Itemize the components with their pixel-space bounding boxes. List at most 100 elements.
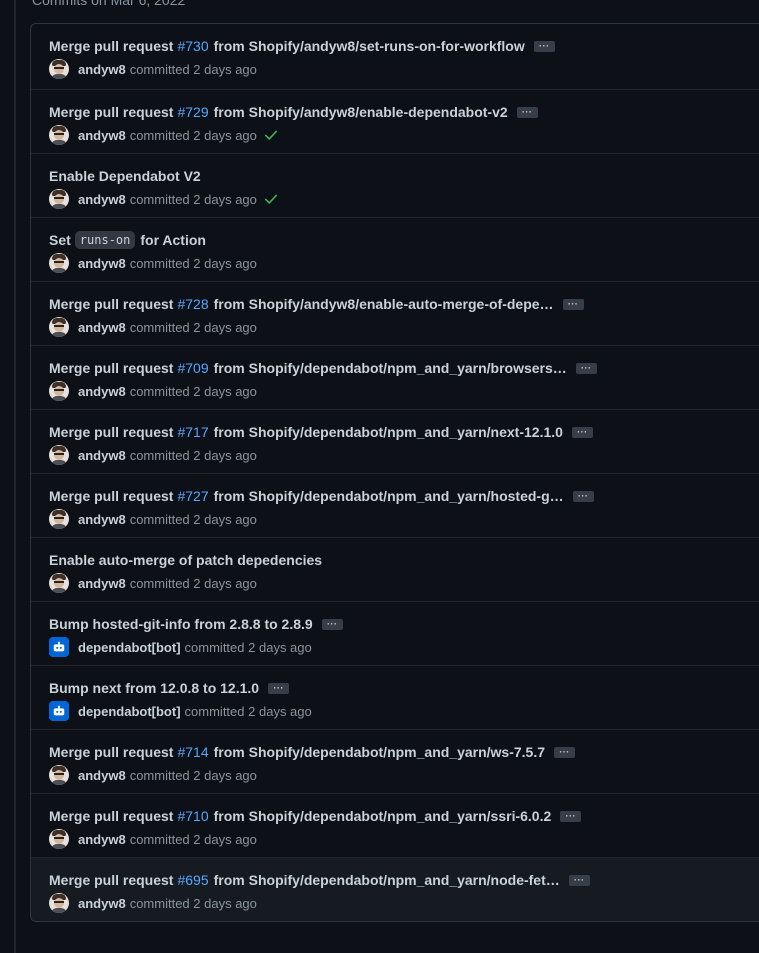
avatar[interactable]	[49, 509, 69, 529]
commit-title[interactable]: Bump hosted-git-info from 2.8.8 to 2.8.9…	[49, 614, 343, 634]
commit-author[interactable]: andyw8	[78, 512, 126, 527]
commit-title-prefix[interactable]: Merge pull request	[49, 424, 173, 440]
commit-time: 2 days ago	[193, 575, 257, 591]
commit-author[interactable]: andyw8	[78, 896, 126, 911]
pull-request-link[interactable]: #717	[177, 424, 208, 440]
ellipsis-button[interactable]: ···	[562, 298, 584, 310]
commit-title[interactable]: Enable auto-merge of patch depedencies	[49, 550, 322, 570]
committed-label: committed	[129, 127, 190, 143]
pull-request-link[interactable]: #695	[177, 872, 208, 888]
commit-meta: andyw8 committed 2 days ago	[49, 573, 257, 593]
commit-title-suffix[interactable]: from Shopify/dependabot/npm_and_yarn/ssr…	[214, 808, 552, 824]
pull-request-link[interactable]: #730	[177, 38, 208, 54]
commit-title[interactable]: Bump next from 12.0.8 to 12.1.0 ···	[49, 678, 290, 698]
commit-author[interactable]: andyw8	[78, 768, 126, 783]
ellipsis-button[interactable]: ···	[321, 618, 343, 630]
ellipsis-button[interactable]: ···	[571, 426, 593, 438]
commit-time: 2 days ago	[193, 831, 257, 847]
commit-author[interactable]: andyw8	[78, 448, 126, 463]
commit-title-prefix[interactable]: Enable Dependabot V2	[49, 168, 201, 184]
check-icon[interactable]	[264, 192, 278, 206]
ellipsis-button[interactable]: ···	[560, 810, 582, 822]
avatar[interactable]	[49, 765, 69, 785]
commit-title-suffix[interactable]: from Shopify/andyw8/enable-dependabot-v2	[214, 104, 508, 120]
avatar[interactable]	[49, 445, 69, 465]
pull-request-link[interactable]: #710	[177, 808, 208, 824]
commit-title[interactable]: Merge pull request #727 from Shopify/dep…	[49, 486, 594, 506]
ellipsis-button[interactable]: ···	[568, 874, 590, 886]
dependabot-icon[interactable]	[49, 701, 69, 721]
pull-request-link[interactable]: #714	[177, 744, 208, 760]
commit-title[interactable]: Merge pull request #717 from Shopify/dep…	[49, 422, 593, 442]
avatar[interactable]	[49, 59, 69, 79]
commit-title-suffix[interactable]: from Shopify/andyw8/set-runs-on-for-work…	[214, 38, 525, 54]
commit-title[interactable]: Merge pull request #710 from Shopify/dep…	[49, 806, 582, 826]
commit-author[interactable]: andyw8	[78, 384, 126, 399]
commit-title-suffix[interactable]: from Shopify/dependabot/npm_and_yarn/bro…	[214, 360, 567, 376]
commit-title-prefix[interactable]: Merge pull request	[49, 104, 173, 120]
commit-meta: andyw8 committed 2 days ago	[49, 829, 257, 849]
commit-title-prefix[interactable]: Merge pull request	[49, 38, 173, 54]
avatar[interactable]	[49, 893, 69, 913]
commit-author[interactable]: andyw8	[78, 576, 126, 591]
commit-title-suffix[interactable]: for Action	[140, 232, 206, 248]
commit-title[interactable]: Set runs-on for Action	[49, 230, 206, 250]
avatar[interactable]	[49, 829, 69, 849]
commit-title-prefix[interactable]: Merge pull request	[49, 872, 173, 888]
inline-code[interactable]: runs-on	[74, 231, 136, 249]
commit-title-prefix[interactable]: Enable auto-merge of patch depedencies	[49, 552, 322, 568]
avatar[interactable]	[49, 189, 69, 209]
avatar[interactable]	[49, 125, 69, 145]
pull-request-link[interactable]: #727	[177, 488, 208, 504]
avatar[interactable]	[49, 381, 69, 401]
commit-title-prefix[interactable]: Set	[49, 232, 71, 248]
ellipsis-button[interactable]: ···	[575, 362, 597, 374]
commit-title-prefix[interactable]: Merge pull request	[49, 488, 173, 504]
commit-title-prefix[interactable]: Merge pull request	[49, 808, 173, 824]
commit-author[interactable]: andyw8	[78, 320, 126, 335]
commit-title-suffix[interactable]: from Shopify/andyw8/enable-auto-merge-of…	[214, 296, 554, 312]
commit-title-prefix[interactable]: Merge pull request	[49, 296, 173, 312]
avatar[interactable]	[49, 573, 69, 593]
commit-author[interactable]: andyw8	[78, 192, 126, 207]
commit-title-prefix[interactable]: Bump next from 12.0.8 to 12.1.0	[49, 680, 259, 696]
check-icon[interactable]	[264, 128, 278, 142]
commit-title-suffix[interactable]: from Shopify/dependabot/npm_and_yarn/hos…	[214, 488, 564, 504]
commit-title-suffix[interactable]: from Shopify/dependabot/npm_and_yarn/nex…	[214, 424, 563, 440]
pull-request-link[interactable]: #709	[177, 360, 208, 376]
ellipsis-button[interactable]: ···	[554, 746, 576, 758]
commit-title[interactable]: Merge pull request #709 from Shopify/dep…	[49, 358, 597, 378]
pull-request-link[interactable]: #729	[177, 104, 208, 120]
ellipsis-button[interactable]: ···	[572, 490, 594, 502]
dependabot-icon[interactable]	[49, 637, 69, 657]
commit-title-suffix[interactable]: from Shopify/dependabot/npm_and_yarn/nod…	[214, 872, 560, 888]
committed-label: committed	[129, 767, 190, 783]
commit-title[interactable]: Merge pull request #730 from Shopify/and…	[49, 36, 555, 56]
commit-list: Merge pull request #730 from Shopify/and…	[30, 23, 759, 922]
commit-author[interactable]: andyw8	[78, 832, 126, 847]
commit-meta: andyw8 committed 2 days ago	[49, 893, 257, 913]
commit-author[interactable]: andyw8	[78, 256, 126, 271]
commit-time: 2 days ago	[193, 447, 257, 463]
commit-meta: andyw8 committed 2 days ago	[49, 253, 257, 273]
commit-title-suffix[interactable]: from Shopify/dependabot/npm_and_yarn/ws-…	[214, 744, 545, 760]
commit-author[interactable]: dependabot[bot]	[78, 704, 181, 719]
commit-title[interactable]: Enable Dependabot V2	[49, 166, 201, 186]
commit-history-page: Commits on Mar 6, 2022 Merge pull reques…	[0, 0, 759, 953]
commit-title-prefix[interactable]: Bump hosted-git-info from 2.8.8 to 2.8.9	[49, 616, 313, 632]
avatar[interactable]	[49, 317, 69, 337]
commit-author[interactable]: andyw8	[78, 62, 126, 77]
ellipsis-button[interactable]: ···	[268, 682, 290, 694]
pull-request-link[interactable]: #728	[177, 296, 208, 312]
commit-title[interactable]: Merge pull request #695 from Shopify/dep…	[49, 870, 590, 890]
ellipsis-button[interactable]: ···	[516, 106, 538, 118]
commit-author[interactable]: dependabot[bot]	[78, 640, 181, 655]
commit-title-prefix[interactable]: Merge pull request	[49, 744, 173, 760]
commit-title[interactable]: Merge pull request #729 from Shopify/and…	[49, 102, 538, 122]
commit-title[interactable]: Merge pull request #728 from Shopify/and…	[49, 294, 584, 314]
ellipsis-button[interactable]: ···	[533, 40, 555, 52]
commit-title-prefix[interactable]: Merge pull request	[49, 360, 173, 376]
avatar[interactable]	[49, 253, 69, 273]
commit-author[interactable]: andyw8	[78, 128, 126, 143]
commit-title[interactable]: Merge pull request #714 from Shopify/dep…	[49, 742, 576, 762]
